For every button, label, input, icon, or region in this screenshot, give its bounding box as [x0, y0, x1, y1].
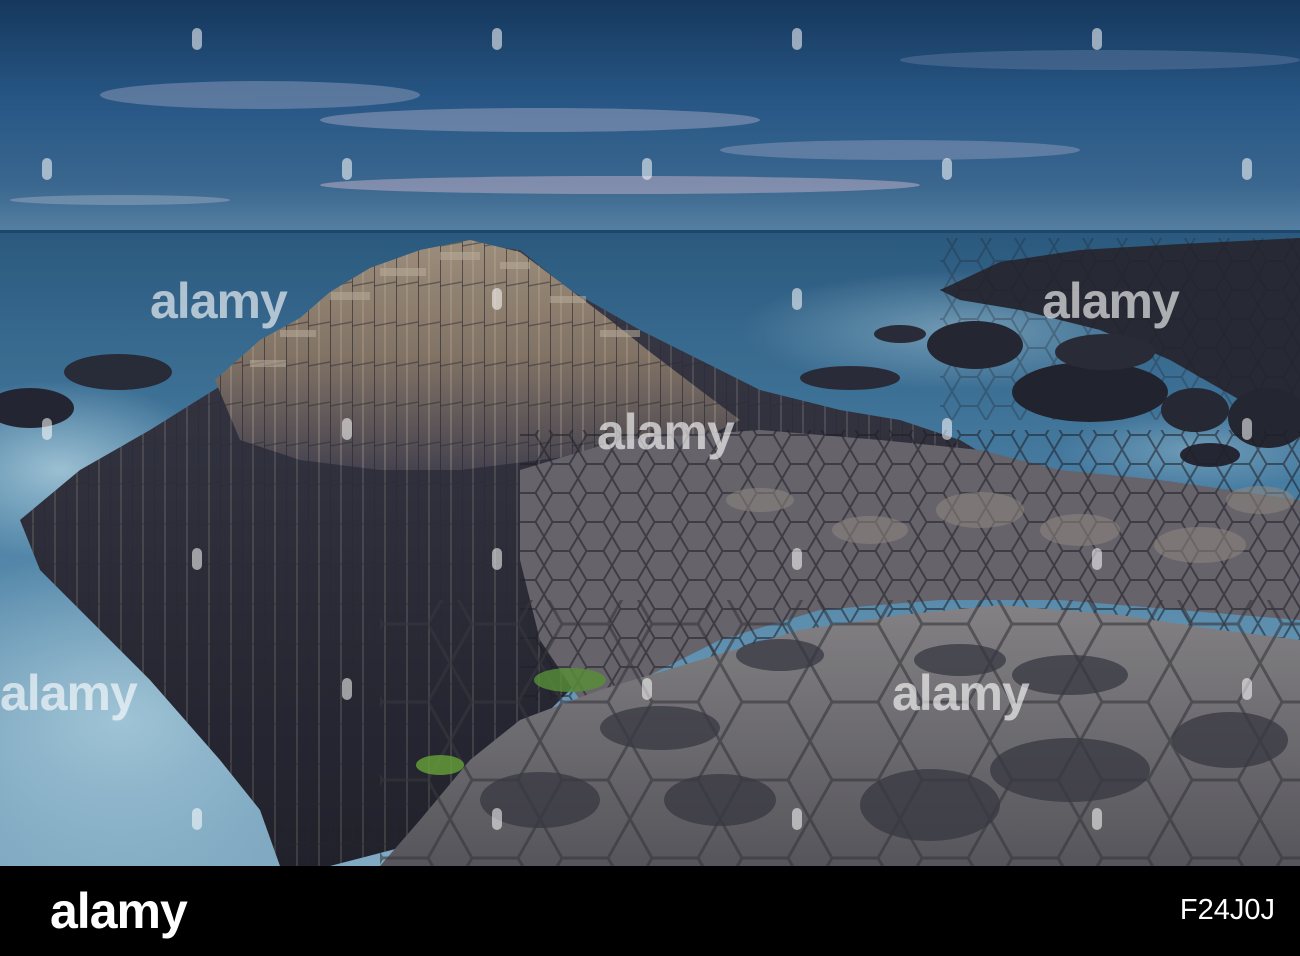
coastal-basalt-scene	[0, 0, 1300, 866]
brand-logo: alamy	[50, 883, 188, 939]
stock-photo: alamy alamy alamy alamy alamy	[0, 0, 1300, 866]
stock-footer-bar: alamy F24J0J	[0, 866, 1300, 956]
image-id: F24J0J	[1179, 894, 1275, 926]
